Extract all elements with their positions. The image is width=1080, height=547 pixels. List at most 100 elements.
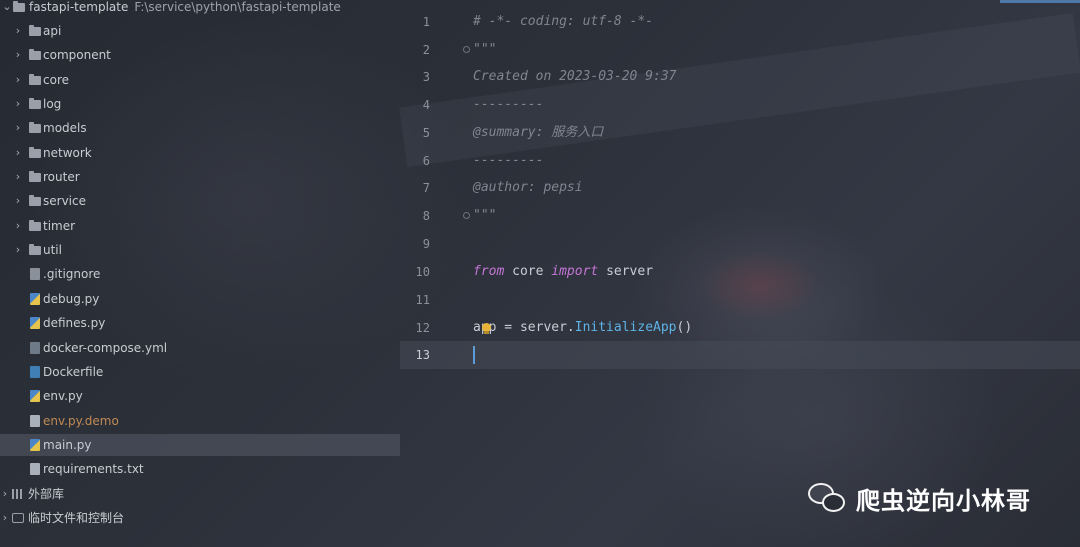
file-label: env.py [43, 389, 83, 403]
git-file-icon [30, 268, 40, 280]
chevron-right-icon[interactable]: › [13, 190, 23, 212]
folder-label: api [43, 24, 62, 38]
python-file-icon [30, 317, 40, 329]
folder-icon [29, 220, 41, 231]
tree-folder-api[interactable]: › api [0, 20, 400, 42]
line-text: """ [473, 208, 497, 223]
code-line[interactable]: 9 [400, 230, 1080, 258]
line-text: # -*- coding: utf-8 -*- [473, 14, 654, 29]
folder-icon [29, 74, 41, 85]
line-number: 3 [422, 70, 430, 84]
tree-folder-log[interactable]: › log [0, 93, 400, 115]
line-number: 6 [422, 154, 430, 168]
folder-icon [13, 1, 25, 12]
code-line[interactable]: 6 --------- [400, 147, 1080, 175]
chevron-right-icon[interactable]: › [0, 483, 10, 505]
chevron-right-icon[interactable]: › [13, 44, 23, 66]
tree-folder-timer[interactable]: › timer [0, 215, 400, 237]
chevron-right-icon[interactable]: › [13, 117, 23, 139]
tree-file-requirements[interactable]: requirements.txt [0, 458, 400, 480]
chevron-right-icon[interactable]: › [0, 507, 10, 529]
fold-marker-icon[interactable] [463, 212, 470, 219]
editor-tab-accent [1000, 0, 1080, 3]
code-line[interactable]: 5 @summary: 服务入口 [400, 119, 1080, 147]
root-folder-path: F:\service\python\fastapi-template [134, 0, 341, 14]
tree-file-env-py[interactable]: env.py [0, 385, 400, 407]
file-label: docker-compose.yml [43, 341, 168, 355]
yaml-file-icon [30, 342, 40, 354]
code-line[interactable]: 1 # -*- coding: utf-8 -*- [400, 8, 1080, 36]
tree-file-docker-compose[interactable]: docker-compose.yml [0, 337, 400, 359]
text-caret [473, 346, 475, 364]
code-line[interactable]: 10 from core import server [400, 258, 1080, 286]
library-icon [12, 489, 24, 499]
file-label: env.py.demo [43, 414, 119, 428]
chevron-down-icon[interactable]: ⌄ [2, 0, 12, 18]
console-icon [12, 513, 24, 523]
fold-marker-icon[interactable] [463, 46, 470, 53]
tree-external-libraries[interactable]: › 外部库 [0, 483, 400, 505]
line-number: 11 [415, 293, 430, 307]
wechat-icon [808, 481, 848, 515]
tree-folder-service[interactable]: › service [0, 190, 400, 212]
line-text: @summary: 服务入口 [473, 125, 604, 140]
tree-file-main-py[interactable]: main.py [0, 434, 400, 456]
line-number: 4 [422, 98, 430, 112]
tree-file-dockerfile[interactable]: Dockerfile [0, 361, 400, 383]
tree-file-debug-py[interactable]: debug.py [0, 288, 400, 310]
line-number: 8 [422, 209, 430, 223]
keyword-from: from [473, 264, 505, 279]
code-line-current[interactable]: 13 [400, 341, 1080, 369]
tree-folder-core[interactable]: › core [0, 69, 400, 91]
line-number: 7 [422, 181, 430, 195]
chevron-right-icon[interactable]: › [13, 20, 23, 42]
folder-icon [29, 49, 41, 60]
python-file-icon [30, 390, 40, 402]
lightbulb-icon[interactable] [482, 323, 491, 334]
chevron-right-icon[interactable]: › [13, 69, 23, 91]
line-text: @author: pepsi [473, 180, 583, 195]
tree-root[interactable]: ⌄ fastapi-template F:\service\python\fast… [0, 0, 400, 18]
tree-file-defines-py[interactable]: defines.py [0, 312, 400, 334]
tree-scratches[interactable]: › 临时文件和控制台 [0, 507, 400, 529]
line-text: Created on 2023-03-20 9:37 [473, 69, 677, 84]
text-file-icon [30, 463, 40, 475]
file-label: .gitignore [43, 267, 101, 281]
code-line[interactable]: 3 Created on 2023-03-20 9:37 [400, 63, 1080, 91]
folder-icon [29, 195, 41, 206]
tree-folder-models[interactable]: › models [0, 117, 400, 139]
function-call: InitializeApp [574, 320, 677, 335]
file-label: requirements.txt [43, 462, 144, 476]
tree-folder-network[interactable]: › network [0, 142, 400, 164]
code-line[interactable]: 12 app = server.InitializeApp() [400, 314, 1080, 342]
chevron-right-icon[interactable]: › [13, 166, 23, 188]
code-line[interactable]: 2 """ [400, 36, 1080, 64]
line-number: 9 [422, 237, 430, 251]
folder-label: models [43, 121, 87, 135]
file-label: main.py [43, 438, 92, 452]
chevron-right-icon[interactable]: › [13, 142, 23, 164]
project-tree: ⌄ fastapi-template F:\service\python\fast… [0, 0, 400, 547]
tree-file-gitignore[interactable]: .gitignore [0, 263, 400, 285]
chevron-right-icon[interactable]: › [13, 93, 23, 115]
chevron-right-icon[interactable]: › [13, 239, 23, 261]
line-number: 1 [422, 15, 430, 29]
code-editor[interactable]: 1 # -*- coding: utf-8 -*- 2 """ 3 Create… [400, 0, 1080, 547]
watermark-text: 爬虫逆向小林哥 [856, 486, 1031, 515]
line-text: """ [473, 42, 497, 57]
code-line[interactable]: 11 [400, 286, 1080, 314]
chevron-right-icon[interactable]: › [13, 215, 23, 237]
folder-label: timer [43, 219, 76, 233]
module-name: core [504, 264, 552, 279]
watermark: 爬虫逆向小林哥 [808, 478, 1031, 518]
python-file-icon [30, 293, 40, 305]
code-line[interactable]: 7 @author: pepsi [400, 174, 1080, 202]
line-number: 13 [415, 348, 430, 362]
tree-folder-router[interactable]: › router [0, 166, 400, 188]
code-line[interactable]: 8 """ [400, 202, 1080, 230]
code-line[interactable]: 4 --------- [400, 91, 1080, 119]
folder-label: util [43, 243, 62, 257]
tree-folder-component[interactable]: › component [0, 44, 400, 66]
tree-folder-util[interactable]: › util [0, 239, 400, 261]
tree-file-env-py-demo[interactable]: env.py.demo [0, 410, 400, 432]
